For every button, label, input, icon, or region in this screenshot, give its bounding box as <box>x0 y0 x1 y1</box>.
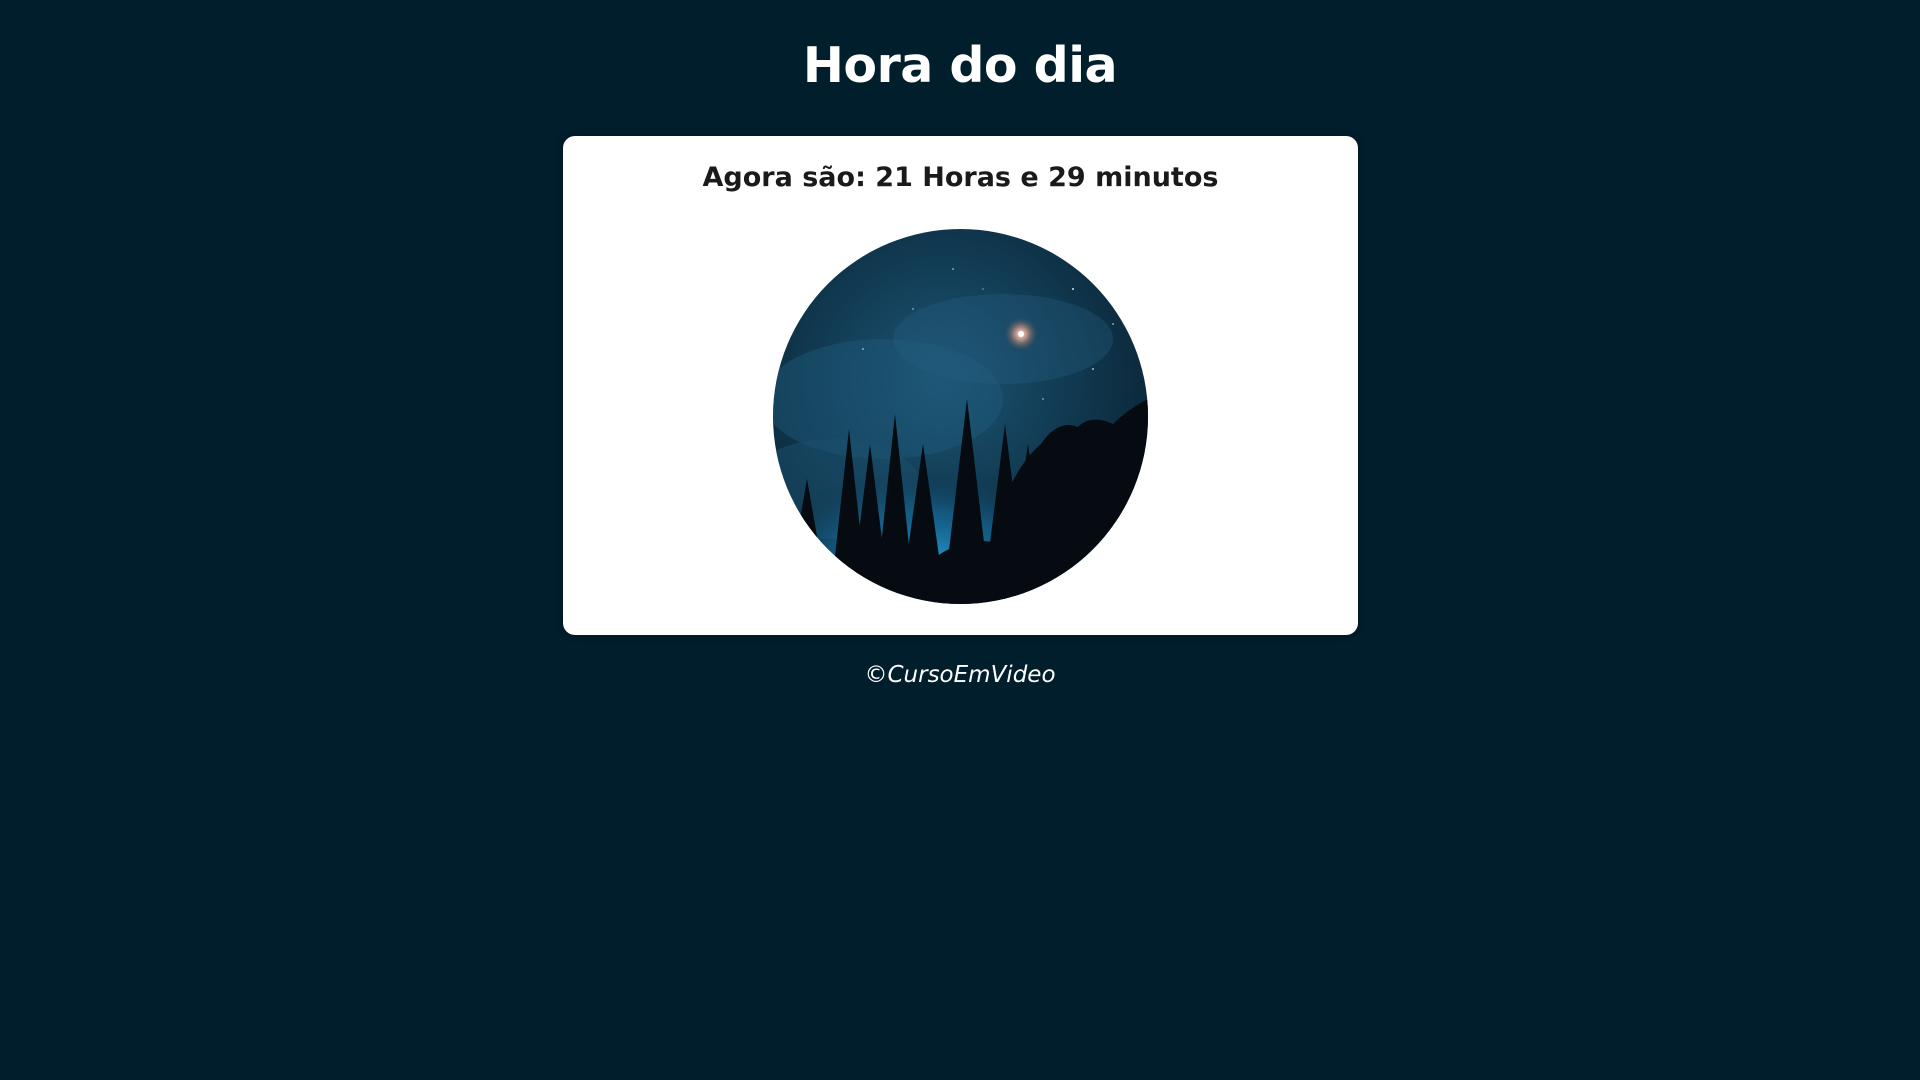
page-title: Hora do dia <box>802 37 1118 94</box>
page: Hora do dia Agora são: 21 Horas e 29 min… <box>0 0 1920 1080</box>
time-message: Agora são: 21 Horas e 29 minutos <box>702 162 1219 193</box>
night-forest-image <box>773 229 1148 604</box>
footer-credit: ©CursoEmVideo <box>864 662 1056 688</box>
